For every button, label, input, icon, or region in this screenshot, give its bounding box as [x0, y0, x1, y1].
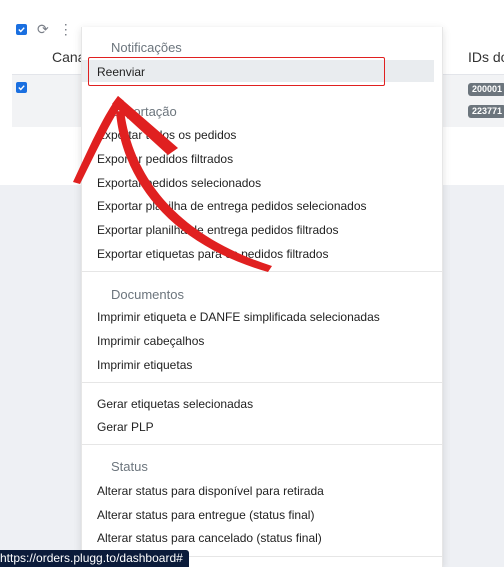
menu-divider — [82, 444, 442, 445]
status-bar-url: https://orders.plugg.to/dashboard# — [0, 550, 189, 567]
section-header-notificacoes: Notificações — [111, 40, 182, 55]
menu-item-exportar-planilha-filtrados[interactable]: Exportar planilha de entrega pedidos fil… — [97, 223, 339, 237]
menu-item-exportar-etiquetas-filtrados[interactable]: Exportar etiquetas para os pedidos filtr… — [97, 247, 328, 261]
menu-item-imprimir-cabecalhos[interactable]: Imprimir cabeçalhos — [97, 334, 204, 348]
order-id-badge: 223771 — [468, 105, 504, 118]
table-toolbar: ⟳ ⋮ — [16, 22, 73, 36]
section-header-exportacao: Exportação — [111, 104, 177, 119]
menu-item-exportar-todos[interactable]: Exportar todos os pedidos — [97, 128, 236, 142]
menu-item-imprimir-etiquetas[interactable]: Imprimir etiquetas — [97, 358, 192, 372]
row-checkbox-icon[interactable] — [16, 82, 27, 93]
menu-item-status-cancelado[interactable]: Alterar status para cancelado (status fi… — [97, 531, 322, 545]
menu-item-gerar-etiquetas[interactable]: Gerar etiquetas selecionadas — [97, 397, 253, 411]
select-all-checkbox-icon[interactable] — [16, 23, 27, 35]
menu-item-status-retirada[interactable]: Alterar status para disponível para reti… — [97, 484, 324, 498]
menu-item-status-entregue[interactable]: Alterar status para entregue (status fin… — [97, 508, 314, 522]
column-header-ids[interactable]: IDs do — [468, 49, 504, 65]
menu-item-exportar-filtrados[interactable]: Exportar pedidos filtrados — [97, 152, 233, 166]
menu-item-exportar-planilha-selecionados[interactable]: Exportar planilha de entrega pedidos sel… — [97, 199, 367, 213]
annotation-highlight-box — [88, 57, 385, 86]
menu-divider — [82, 382, 442, 383]
refresh-icon[interactable]: ⟳ — [37, 22, 49, 36]
kebab-menu-icon[interactable]: ⋮ — [59, 22, 73, 36]
menu-item-gerar-plp[interactable]: Gerar PLP — [97, 420, 154, 434]
section-header-status: Status — [111, 459, 148, 474]
menu-divider — [82, 271, 442, 272]
section-header-documentos: Documentos — [111, 287, 184, 302]
menu-item-exportar-selecionados[interactable]: Exportar pedidos selecionados — [97, 176, 261, 190]
actions-dropdown-menu: Notificações Reenviar Exportação Exporta… — [81, 27, 443, 567]
menu-item-imprimir-etiqueta-danfe[interactable]: Imprimir etiqueta e DANFE simplificada s… — [97, 310, 380, 324]
order-id-badge: 200001 — [468, 83, 504, 96]
